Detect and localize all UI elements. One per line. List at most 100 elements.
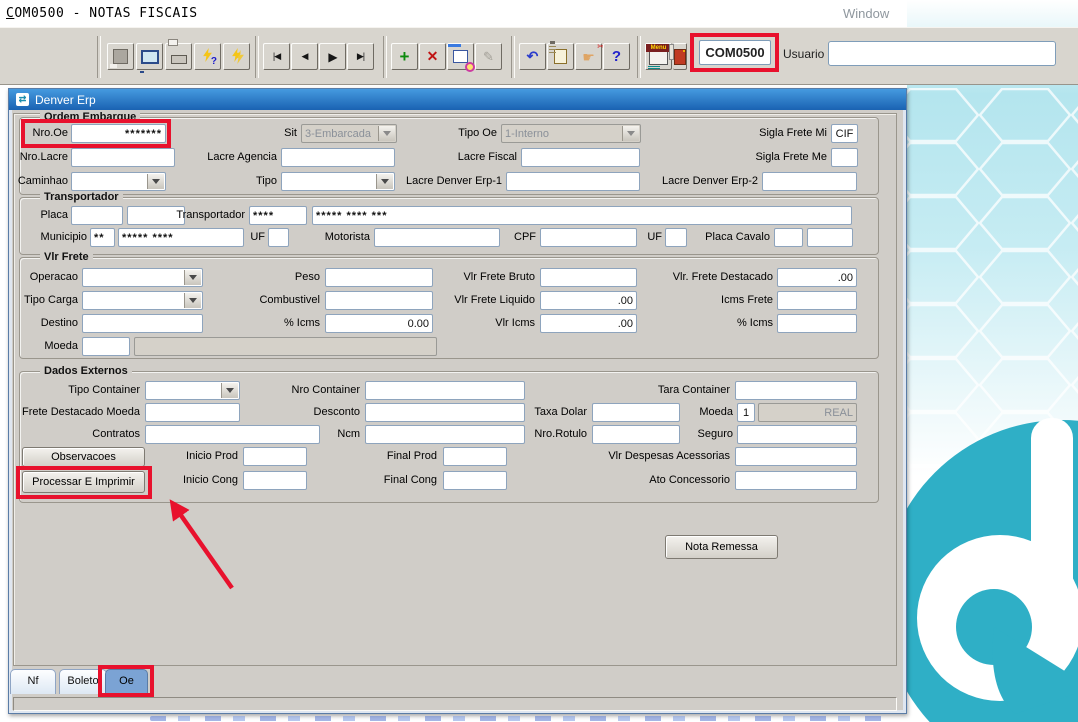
chevron-down-icon[interactable]: [622, 126, 639, 141]
run-button[interactable]: [223, 43, 250, 70]
save-button[interactable]: [107, 43, 134, 70]
execute-query-button[interactable]: ?: [194, 43, 221, 70]
hexagon-background: [907, 0, 1078, 722]
nro-container-field[interactable]: [365, 381, 525, 400]
nav-next-button[interactable]: ▶: [319, 43, 346, 70]
sigla-frete-me-field[interactable]: [831, 148, 858, 167]
municipio-name-field[interactable]: ***** ****: [118, 228, 244, 247]
inicio-cong-field[interactable]: [243, 471, 307, 490]
vlr-frete-destacado-field[interactable]: .00: [777, 268, 857, 287]
tipo-dropdown[interactable]: [281, 172, 395, 191]
transportador-legend: Transportador: [40, 191, 123, 203]
status-bar: [13, 697, 897, 711]
nav-prev-button[interactable]: ◀: [291, 43, 318, 70]
ncm-field[interactable]: [365, 425, 525, 444]
pct-icms-2-label: % Icms: [723, 317, 773, 329]
tab-oe[interactable]: Oe: [105, 669, 148, 694]
exit-button[interactable]: [673, 43, 687, 70]
pct-icms-2-field[interactable]: [777, 314, 857, 333]
nav-first-button[interactable]: |◀: [263, 43, 290, 70]
moeda-externa-code-field[interactable]: 1: [737, 403, 755, 422]
lacre-denver-2-label: Lacre Denver Erp-2: [645, 175, 758, 187]
tipo-oe-dropdown[interactable]: 1-Interno: [501, 124, 641, 143]
chevron-down-icon[interactable]: [378, 126, 395, 141]
delete-record-button[interactable]: ✕: [419, 43, 446, 70]
final-prod-field[interactable]: [443, 447, 507, 466]
tara-container-field[interactable]: [735, 381, 857, 400]
paste-button[interactable]: [547, 43, 574, 70]
placa-cavalo-field-1[interactable]: [774, 228, 803, 247]
processar-imprimir-button[interactable]: Processar E Imprimir: [22, 471, 145, 493]
frete-destacado-moeda-field[interactable]: [145, 403, 240, 422]
lacre-denver-1-field[interactable]: [506, 172, 640, 191]
screen-button[interactable]: [136, 43, 163, 70]
usuario-input[interactable]: [828, 41, 1056, 66]
peso-field[interactable]: [325, 268, 433, 287]
nro-oe-field[interactable]: *******: [71, 124, 166, 143]
uf-field-2[interactable]: [665, 228, 687, 247]
taxa-dolar-field[interactable]: [592, 403, 680, 422]
ato-concessorio-field[interactable]: [735, 471, 857, 490]
transportador-name-field[interactable]: ***** **** ***: [312, 206, 852, 225]
menu-button[interactable]: Menu: [645, 43, 672, 70]
pct-icms-field[interactable]: 0.00: [325, 314, 433, 333]
chevron-down-icon[interactable]: [184, 270, 201, 285]
add-record-button[interactable]: +: [391, 43, 418, 70]
undo-button[interactable]: ↶: [519, 43, 546, 70]
query-button[interactable]: [447, 43, 474, 70]
vlr-icms-field[interactable]: .00: [540, 314, 637, 333]
clear-button[interactable]: ✎: [475, 43, 502, 70]
window-title-bar[interactable]: ⇄ Denver Erp: [9, 89, 906, 110]
municipio-code-field[interactable]: **: [90, 228, 115, 247]
uf-field-1[interactable]: [268, 228, 289, 247]
destino-field[interactable]: [82, 314, 203, 333]
chevron-down-icon[interactable]: [184, 293, 201, 308]
transportador-code-field[interactable]: ****: [249, 206, 307, 225]
tipo-carga-dropdown[interactable]: [82, 291, 203, 310]
tab-nf[interactable]: Nf: [10, 669, 56, 694]
moeda-field[interactable]: [82, 337, 130, 356]
chevron-down-icon[interactable]: [221, 383, 238, 398]
lacre-agencia-field[interactable]: [281, 148, 395, 167]
placa-cavalo-field-2[interactable]: [807, 228, 853, 247]
sit-dropdown[interactable]: 3-Embarcada: [301, 124, 397, 143]
observacoes-button[interactable]: Observacoes: [22, 447, 145, 467]
sigla-frete-mi-field[interactable]: CIF: [831, 124, 858, 143]
hand-button[interactable]: ☛✂: [575, 43, 602, 70]
help-button[interactable]: ?: [603, 43, 630, 70]
motorista-field[interactable]: [374, 228, 500, 247]
print-icon: [171, 55, 187, 64]
final-cong-field[interactable]: [443, 471, 507, 490]
chevron-down-icon[interactable]: [376, 174, 393, 189]
seguro-field[interactable]: [737, 425, 857, 444]
sigla-frete-me-label: Sigla Frete Me: [727, 151, 827, 163]
combustivel-field[interactable]: [325, 291, 433, 310]
nro-lacre-field[interactable]: [71, 148, 175, 167]
vlr-frete-liquido-field[interactable]: .00: [540, 291, 637, 310]
lacre-denver-2-field[interactable]: [762, 172, 857, 191]
flash-run-icon: [228, 48, 245, 65]
inicio-prod-field[interactable]: [243, 447, 307, 466]
chevron-down-icon[interactable]: [147, 174, 164, 189]
help-icon: ?: [612, 48, 621, 65]
save-icon: [113, 49, 128, 64]
vlr-despesas-field[interactable]: [735, 447, 857, 466]
print-button[interactable]: [165, 43, 192, 70]
program-code-field[interactable]: COM0500: [699, 40, 771, 65]
tab-boleto[interactable]: Boleto: [59, 669, 107, 694]
operacao-dropdown[interactable]: [82, 268, 203, 287]
tipo-container-dropdown[interactable]: [145, 381, 240, 400]
menu-item-window[interactable]: Window: [843, 6, 889, 21]
nav-last-button[interactable]: ▶|: [347, 43, 374, 70]
lacre-fiscal-field[interactable]: [521, 148, 640, 167]
contratos-field[interactable]: [145, 425, 320, 444]
nro-rotulo-field[interactable]: [592, 425, 680, 444]
cpf-field[interactable]: [540, 228, 637, 247]
caminhao-dropdown[interactable]: [71, 172, 166, 191]
nota-remessa-button[interactable]: Nota Remessa: [665, 535, 778, 559]
desconto-field[interactable]: [365, 403, 525, 422]
vlr-frete-bruto-field[interactable]: [540, 268, 637, 287]
icms-frete-field[interactable]: [777, 291, 857, 310]
placa-field-1[interactable]: [71, 206, 123, 225]
uf-label-2: UF: [637, 231, 662, 243]
